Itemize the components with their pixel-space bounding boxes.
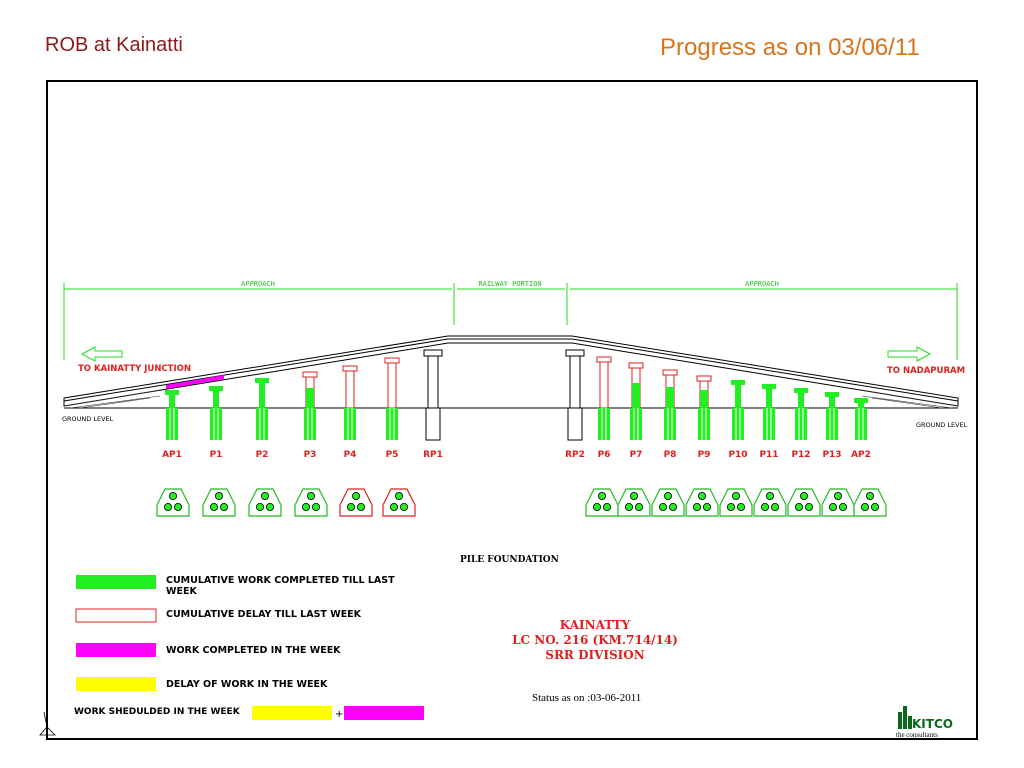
- pile-cap-7: [585, 488, 619, 517]
- pier-label-p12: P12: [791, 450, 810, 460]
- pier-rp2: [565, 349, 585, 441]
- pier-label-p6: P6: [598, 450, 611, 460]
- pile-cap-9: [651, 488, 685, 517]
- legend-completed-label: CUMULATIVE WORK COMPLETED TILL LAST WEEK: [166, 575, 395, 597]
- scheduled-yellow-swatch: [252, 706, 332, 720]
- logo-tagline: the consultants: [896, 731, 938, 739]
- scheduled-magenta-swatch: [344, 706, 424, 720]
- pier-label-p9: P9: [698, 450, 711, 460]
- project-name: KAINATTY: [559, 618, 631, 632]
- legend-week-done-swatch: [76, 643, 156, 657]
- pile-cap-2: [202, 488, 236, 517]
- ground-level-right: GROUND LEVEL: [916, 421, 968, 429]
- pier-p11: [762, 384, 776, 440]
- pier-label-p8: P8: [664, 450, 677, 460]
- pile-foundation-title: PILE FOUNDATION: [460, 555, 559, 565]
- legend-delay-swatch: [75, 608, 157, 623]
- legend-completed-swatch: [76, 575, 156, 589]
- pier-label-rp2: RP2: [565, 450, 585, 460]
- pier-p10: [731, 380, 745, 440]
- pier-p5: [384, 357, 400, 440]
- legend-week-delay-label: DELAY OF WORK IN THE WEEK: [166, 679, 328, 690]
- pier-p13: [825, 392, 839, 440]
- legend-delay-label: CUMULATIVE DELAY TILL LAST WEEK: [166, 609, 362, 620]
- pier-label-ap2: AP2: [851, 450, 871, 460]
- scheduled-plus: +: [335, 709, 343, 720]
- pier-label-p1: P1: [210, 450, 223, 460]
- pier-label-p2: P2: [256, 450, 269, 460]
- legend-week-done-label: WORK COMPLETED IN THE WEEK: [166, 645, 341, 656]
- pile-cap-3: [248, 488, 282, 517]
- pier-p1: [209, 386, 223, 440]
- pier-label-p13: P13: [822, 450, 841, 460]
- kitco-logo-text: KITCO: [912, 717, 953, 731]
- pile-cap-1: [156, 488, 190, 517]
- pier-p12: [794, 388, 808, 440]
- pile-cap-12: [753, 488, 787, 517]
- bridge-deck: [63, 335, 959, 407]
- project-lc-number: LC NO. 216 (KM.714/14): [512, 633, 678, 647]
- approach-left-label: APPROACH: [241, 280, 275, 288]
- legend-week-delay-swatch: [76, 677, 156, 691]
- pile-cap-13: [787, 488, 821, 517]
- pier-p4: [342, 365, 358, 440]
- pile-cap-6: [382, 488, 416, 517]
- railway-portion-label: RAILWAY PORTION: [478, 280, 541, 288]
- pier-label-p10: P10: [728, 450, 747, 460]
- triangle-icon: [39, 711, 56, 736]
- kitco-logo-icon: KITCO: [898, 706, 953, 731]
- pier-label-rp1: RP1: [423, 450, 443, 460]
- pier-p8: [662, 369, 678, 440]
- to-kainatty-junction: TO KAINATTY JUNCTION: [78, 364, 191, 374]
- pier-ap1: [165, 390, 179, 440]
- status-date: Status as on :03-06-2011: [532, 692, 642, 704]
- pile-cap-11: [719, 488, 753, 517]
- pile-cap-8: [617, 488, 651, 517]
- pier-label-p3: P3: [304, 450, 317, 460]
- pile-cap-10: [685, 488, 719, 517]
- ground-level-left: GROUND LEVEL: [62, 415, 114, 423]
- pier-label-p5: P5: [386, 450, 399, 460]
- to-nadapuram: TO NADAPURAM: [887, 366, 965, 376]
- pier-ap2: [854, 398, 868, 440]
- legend-scheduled-label: WORK SHEDULDED IN THE WEEK: [74, 707, 240, 717]
- approach-right-label: APPROACH: [745, 280, 779, 288]
- pile-cap-5: [339, 488, 373, 517]
- pier-p6: [596, 356, 612, 440]
- pier-p9: [696, 375, 712, 440]
- pier-label-p11: P11: [759, 450, 778, 460]
- pile-cap-4: [294, 488, 328, 517]
- arrow-left-icon: [80, 346, 123, 362]
- project-division: SRR DIVISION: [545, 648, 645, 662]
- pier-p2: [255, 378, 269, 440]
- pile-cap-15: [853, 488, 887, 517]
- pile-cap-14: [821, 488, 855, 517]
- pier-label-p4: P4: [344, 450, 357, 460]
- pier-label-p7: P7: [630, 450, 643, 460]
- arrow-right-icon: [887, 346, 932, 362]
- pier-p3: [302, 371, 318, 440]
- pier-rp1: [423, 349, 443, 441]
- pier-label-ap1: AP1: [162, 450, 182, 460]
- pier-p7: [628, 362, 644, 440]
